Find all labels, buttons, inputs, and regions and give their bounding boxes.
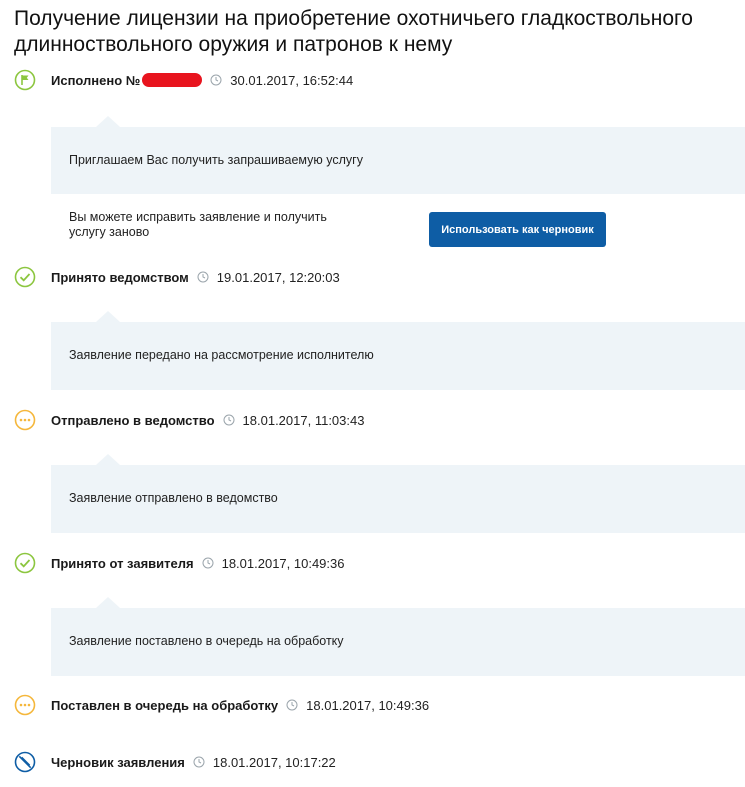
clock-icon bbox=[286, 699, 298, 711]
redacted-number bbox=[142, 73, 203, 87]
ellipsis-icon bbox=[14, 694, 36, 716]
status-message: Заявление отправлено в ведомство bbox=[69, 491, 278, 505]
status-message-panel: Приглашаем Вас получить запрашиваемую ус… bbox=[51, 116, 745, 194]
status-label: Черновик заявления bbox=[51, 754, 185, 770]
resubmit-hint: Вы можете исправить заявление и получить… bbox=[69, 210, 327, 239]
page-title: Получение лицензии на приобретение охотн… bbox=[14, 7, 693, 56]
status-time: 18.01.2017, 10:17:22 bbox=[212, 754, 336, 770]
clock-icon bbox=[223, 414, 235, 426]
clock-icon bbox=[202, 557, 214, 569]
status-label: Исполнено № bbox=[51, 72, 141, 88]
cancel-icon bbox=[14, 751, 36, 773]
status-time: 19.01.2017, 12:20:03 bbox=[216, 269, 340, 285]
status-label: Отправлено в ведомство bbox=[51, 412, 215, 428]
status-label: Поставлен в очередь на обработку bbox=[51, 697, 279, 713]
status-time: 18.01.2017, 10:49:36 bbox=[221, 555, 345, 571]
status-time: 18.01.2017, 11:03:43 bbox=[242, 412, 365, 428]
status-time: 18.01.2017, 10:49:36 bbox=[306, 697, 430, 713]
status-row-accepted-by-agency: Принято ведомством 19.01.2017, 12:20:03 bbox=[14, 265, 340, 289]
status-message-panel: Заявление отправлено в ведомство bbox=[51, 454, 745, 533]
ellipsis-icon bbox=[14, 409, 36, 431]
status-label: Принято от заявителя bbox=[51, 555, 194, 571]
status-message: Заявление передано на рассмотрение испол… bbox=[69, 348, 374, 362]
status-label: Принято ведомством bbox=[51, 269, 189, 285]
status-message: Заявление поставлено в очередь на обрабо… bbox=[69, 634, 344, 648]
status-message: Приглашаем Вас получить запрашиваемую ус… bbox=[69, 153, 363, 167]
checkmark-icon bbox=[14, 266, 36, 288]
status-row-sent-to-agency: Отправлено в ведомство 18.01.2017, 11:03… bbox=[14, 408, 364, 432]
clock-icon bbox=[193, 756, 205, 768]
checkmark-icon bbox=[14, 552, 36, 574]
status-row-draft: Черновик заявления 18.01.2017, 10:17:22 bbox=[14, 750, 336, 774]
flag-icon bbox=[14, 69, 36, 91]
status-row-accepted-from-applicant: Принято от заявителя 18.01.2017, 10:49:3… bbox=[14, 551, 344, 575]
use-as-draft-button[interactable]: Использовать как черновик bbox=[429, 212, 606, 247]
clock-icon bbox=[197, 271, 209, 283]
status-message-panel: Заявление передано на рассмотрение испол… bbox=[51, 311, 745, 390]
status-row-completed: Исполнено № 30.01.2017, 16:52:44 bbox=[14, 68, 353, 92]
status-row-queued: Поставлен в очередь на обработку 18.01.2… bbox=[14, 693, 429, 717]
status-message-panel: Заявление поставлено в очередь на обрабо… bbox=[51, 597, 745, 676]
clock-icon bbox=[210, 74, 222, 86]
status-time: 30.01.2017, 16:52:44 bbox=[230, 72, 354, 88]
